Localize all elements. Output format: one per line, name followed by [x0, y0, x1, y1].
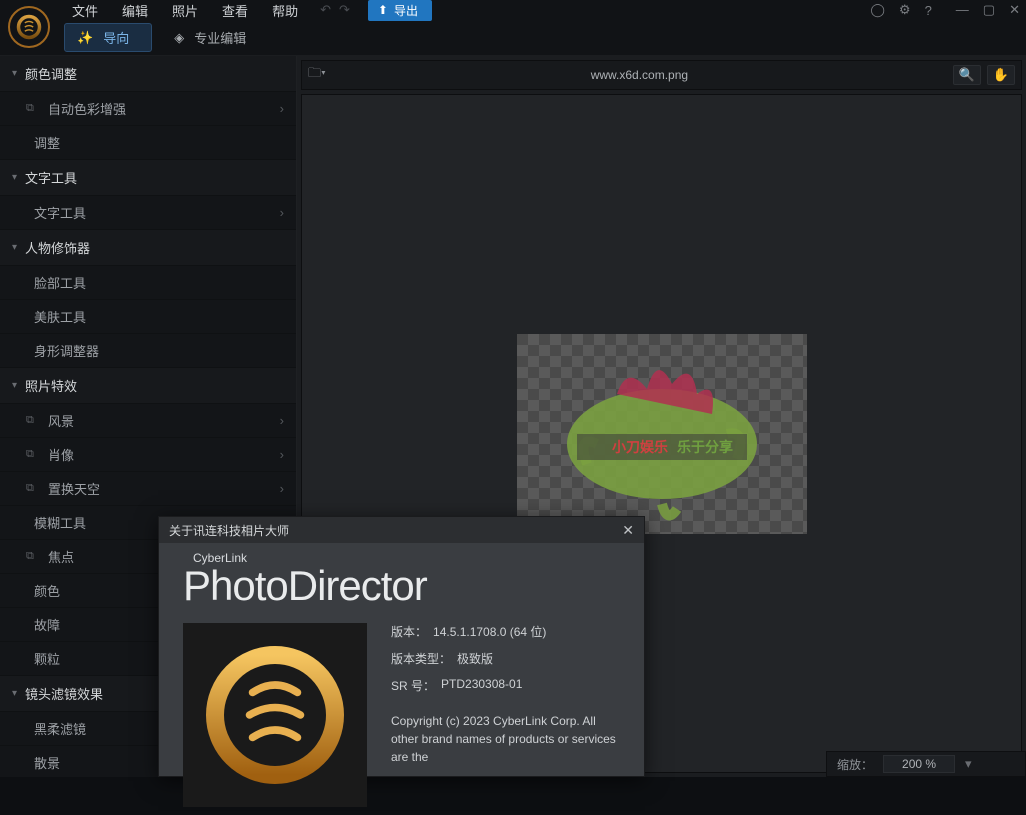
undo-icon[interactable]: ↶ [320, 2, 331, 18]
sidebar-item-0-0[interactable]: ⧉ 自动色彩增强 › [0, 92, 296, 126]
copyright-text: Copyright (c) 2023 CyberLink Corp. All o… [391, 712, 620, 766]
item-label: 模糊工具 [34, 513, 86, 532]
image-preview: 小刀娱乐 乐于分享 [517, 334, 807, 534]
item-label: 焦点 [48, 547, 74, 566]
item-label: 风景 [48, 411, 74, 430]
zoom-tool-icon[interactable]: 🔍 [953, 65, 981, 85]
version-label: 版本： [391, 623, 427, 640]
pro-edit-label: 专业编辑 [194, 28, 246, 47]
about-brand: PhotoDirector [183, 565, 620, 607]
account-icon[interactable]: ◯ [870, 2, 885, 18]
menu-edit[interactable]: 编辑 [112, 0, 158, 22]
chevron-right-icon: › [280, 447, 284, 462]
panel-title: 文字工具 [25, 168, 77, 187]
sidebar-item-3-0[interactable]: ⧉ 风景 › [0, 404, 296, 438]
status-bar: 缩放： 200 % ▾ [826, 751, 1026, 777]
zoom-label: 缩放： [837, 756, 873, 773]
about-logo-icon [183, 623, 367, 807]
app-logo-icon [8, 6, 50, 48]
ai-icon: ⧉ [26, 414, 42, 427]
chevron-icon: ▾ [12, 688, 17, 699]
wizard-label: 导向 [103, 28, 129, 47]
item-label: 黑柔滤镜 [34, 719, 86, 738]
item-label: 置换天空 [48, 479, 100, 498]
settings-icon[interactable]: ⚙ [899, 2, 911, 18]
about-close-icon[interactable]: ✕ [622, 522, 634, 539]
pro-edit-button[interactable]: ◈ 专业编辑 [174, 28, 246, 47]
toolbar: ✨ 导向 ◈ 专业编辑 [0, 20, 1026, 56]
maximize-icon[interactable]: ▢ [983, 2, 995, 18]
sidebar-item-3-2[interactable]: ⧉ 置换天空 › [0, 472, 296, 506]
menu-photo[interactable]: 照片 [162, 0, 208, 22]
ai-icon: ⧉ [26, 550, 42, 563]
sidebar-item-2-1[interactable]: 美肤工具 [0, 300, 296, 334]
title-bar: 文件 编辑 照片 查看 帮助 ↶ ↷ ⬆ 导出 ◯ ⚙ ? — ▢ ✕ [0, 0, 1026, 20]
export-button[interactable]: ⬆ 导出 [368, 0, 432, 21]
chevron-right-icon: › [280, 205, 284, 220]
type-label: 版本类型： [391, 650, 451, 667]
menu-file[interactable]: 文件 [62, 0, 108, 22]
upload-icon: ⬆ [378, 3, 388, 17]
chevron-icon: ▾ [12, 68, 17, 79]
sidebar-item-1-0[interactable]: 文字工具 › [0, 196, 296, 230]
item-label: 身形调整器 [34, 341, 99, 360]
panel-title: 镜头滤镜效果 [25, 684, 103, 703]
export-label: 导出 [394, 2, 418, 19]
sidebar-item-2-2[interactable]: 身形调整器 [0, 334, 296, 368]
item-label: 脸部工具 [34, 273, 86, 292]
sidebar-item-3-1[interactable]: ⧉ 肖像 › [0, 438, 296, 472]
zoom-value[interactable]: 200 % [883, 755, 955, 773]
redo-icon[interactable]: ↷ [339, 2, 350, 18]
sidebar-item-0-1[interactable]: 调整 [0, 126, 296, 160]
item-label: 颜色 [34, 581, 60, 600]
panel-title: 颜色调整 [25, 64, 77, 83]
chevron-icon: ▾ [12, 380, 17, 391]
wand-icon: ✨ [77, 30, 93, 46]
chevron-icon: ▾ [12, 172, 17, 183]
wizard-button[interactable]: ✨ 导向 [64, 23, 152, 52]
menu-view[interactable]: 查看 [212, 0, 258, 22]
sr-label: SR 号： [391, 677, 435, 694]
item-label: 文字工具 [34, 203, 86, 222]
panel-head-2[interactable]: ▾ 人物修饰器 [0, 230, 296, 266]
about-titlebar: 关于讯连科技相片大师 ✕ [159, 517, 644, 543]
path-bar: 🗀▾ www.x6d.com.png 🔍 ✋ [301, 60, 1022, 90]
sidebar-item-2-0[interactable]: 脸部工具 [0, 266, 296, 300]
menu-help[interactable]: 帮助 [262, 0, 308, 22]
chevron-right-icon: › [280, 413, 284, 428]
item-label: 肖像 [48, 445, 74, 464]
pan-tool-icon[interactable]: ✋ [987, 65, 1015, 85]
ai-icon: ⧉ [26, 102, 42, 115]
file-name: www.x6d.com.png [334, 68, 945, 82]
minimize-icon[interactable]: — [956, 2, 969, 18]
ai-icon: ⧉ [26, 482, 42, 495]
panel-title: 照片特效 [25, 376, 77, 395]
chevron-icon: ▾ [12, 242, 17, 253]
item-label: 散景 [34, 753, 60, 772]
diamond-icon: ◈ [174, 30, 184, 46]
panel-head-0[interactable]: ▾ 颜色调整 [0, 56, 296, 92]
about-title-text: 关于讯连科技相片大师 [169, 522, 289, 539]
item-label: 调整 [34, 133, 60, 152]
help-icon[interactable]: ? [925, 3, 932, 18]
item-label: 美肤工具 [34, 307, 86, 326]
svg-text:乐于分享: 乐于分享 [677, 439, 733, 455]
item-label: 颗粒 [34, 649, 60, 668]
item-label: 故障 [34, 615, 60, 634]
svg-text:小刀娱乐: 小刀娱乐 [612, 439, 668, 455]
item-label: 自动色彩增强 [48, 99, 126, 118]
version-value: 14.5.1.1708.0 (64 位) [433, 623, 546, 640]
chevron-right-icon: › [280, 481, 284, 496]
panel-head-3[interactable]: ▾ 照片特效 [0, 368, 296, 404]
close-icon[interactable]: ✕ [1009, 2, 1020, 18]
folder-icon[interactable]: 🗀▾ [308, 64, 326, 86]
panel-title: 人物修饰器 [25, 238, 90, 257]
sr-value: PTD230308-01 [441, 677, 522, 694]
zoom-dropdown-icon[interactable]: ▾ [965, 756, 972, 772]
type-value: 极致版 [457, 650, 493, 667]
chevron-right-icon: › [280, 101, 284, 116]
about-dialog: 关于讯连科技相片大师 ✕ CyberLink PhotoDirector 版本：… [158, 516, 645, 777]
panel-head-1[interactable]: ▾ 文字工具 [0, 160, 296, 196]
ai-icon: ⧉ [26, 448, 42, 461]
